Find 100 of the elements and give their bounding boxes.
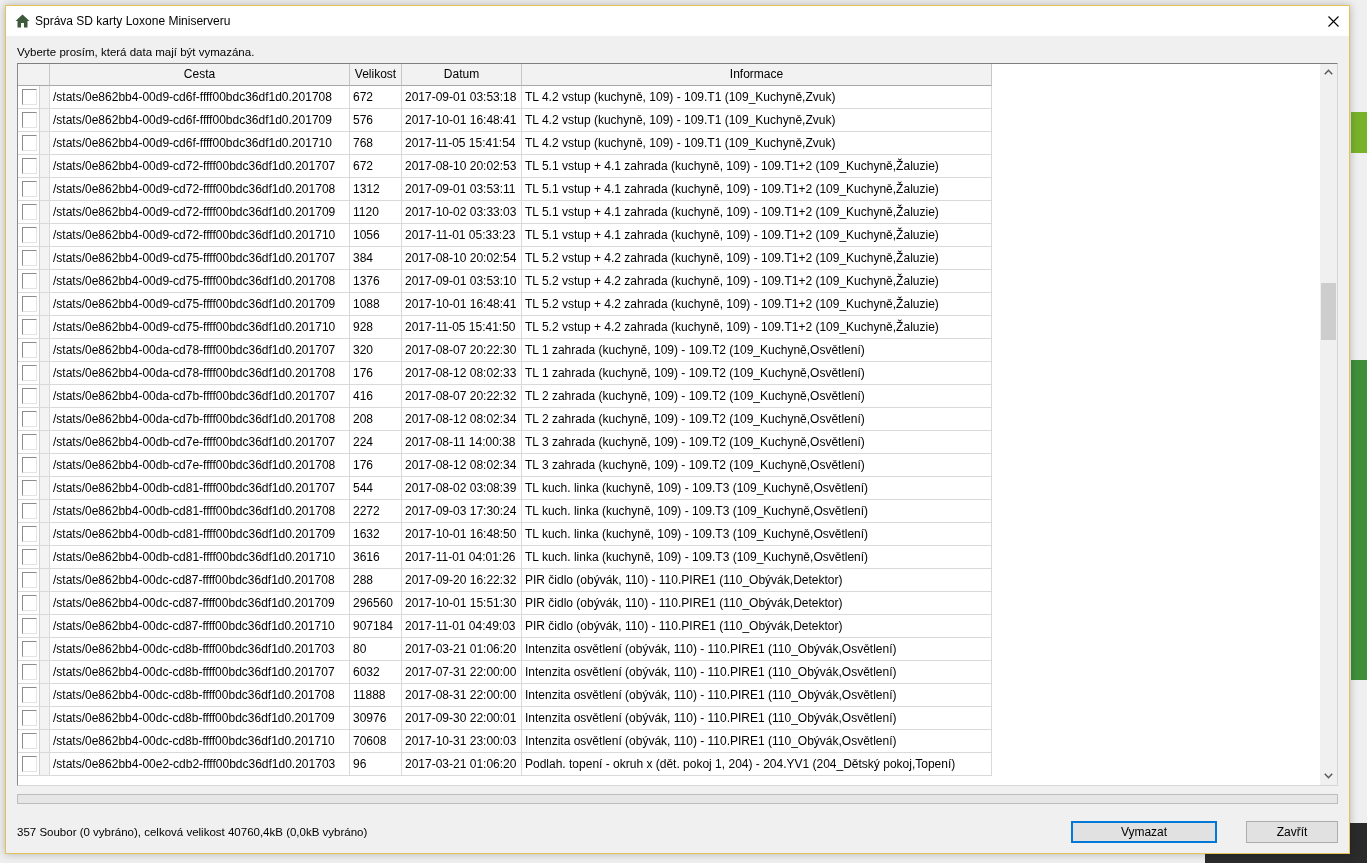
scrollbar-thumb[interactable] [1321,283,1336,340]
close-icon[interactable] [1328,15,1339,27]
table-cell: PIR čidlo (obývák, 110) - 110.PIRE1 (110_Obývák,Detektor) [522,592,992,615]
checkbox[interactable] [22,618,38,634]
house-icon [15,14,30,28]
column-header[interactable]: Cesta [50,64,350,86]
checkbox[interactable] [22,687,38,703]
checkbox[interactable] [22,204,38,220]
checkbox[interactable] [22,365,38,381]
table-cell: TL 3 zahrada (kuchyně, 109) - 109.T2 (109_Kuchyně,Osvětlení) [522,431,992,454]
table-cell: Intenzita osvětlení (obývák, 110) - 110.PIRE1 (110_Obývák,Osvětlení) [522,661,992,684]
column-header[interactable]: Velikost [350,64,402,86]
table-cell: Intenzita osvětlení (obývák, 110) - 110.PIRE1 (110_Obývák,Osvětlení) [522,684,992,707]
checkbox[interactable] [22,181,38,197]
table-cell: /stats/0e862bb4-00db-cd81-ffff00bdc36df1d0.201708 [50,500,350,523]
checkbox[interactable] [22,135,38,151]
table-cell: /stats/0e862bb4-00d9-cd75-ffff00bdc36df1d0.201707 [50,247,350,270]
checkbox[interactable] [22,733,38,749]
table-cell: 2017-10-01 16:48:41 [402,293,522,316]
window-title: Správa SD karty Loxone Miniserveru [35,14,231,28]
checkbox[interactable] [22,411,38,427]
table-cell: /stats/0e862bb4-00d9-cd72-ffff00bdc36df1d0.201709 [50,201,350,224]
checkbox[interactable] [22,595,38,611]
checkbox[interactable] [22,158,38,174]
table-cell: 2017-08-02 03:08:39 [402,477,522,500]
table-cell: 1056 [350,224,402,247]
table-cell: /stats/0e862bb4-00dc-cd8b-ffff00bdc36df1d0.201709 [50,707,350,730]
table-cell: TL 1 zahrada (kuchyně, 109) - 109.T2 (109_Kuchyně,Osvětlení) [522,362,992,385]
table-cell: 11888 [350,684,402,707]
checkbox[interactable] [22,549,38,565]
checkbox[interactable] [22,89,38,105]
table-cell: /stats/0e862bb4-00d9-cd72-ffff00bdc36df1d0.201710 [50,224,350,247]
checkbox[interactable] [22,457,38,473]
checkbox[interactable] [22,710,38,726]
table-cell: 2017-11-05 15:41:54 [402,132,522,155]
table-cell: 296560 [350,592,402,615]
table-cell: /stats/0e862bb4-00dc-cd8b-ffff00bdc36df1d0.201707 [50,661,350,684]
table-cell: /stats/0e862bb4-00dc-cd87-ffff00bdc36df1d0.201708 [50,569,350,592]
column-header[interactable]: Informace [522,64,992,86]
table-cell: /stats/0e862bb4-00dc-cd8b-ffff00bdc36df1d0.201710 [50,730,350,753]
checkbox[interactable] [22,572,38,588]
table-cell: Intenzita osvětlení (obývák, 110) - 110.PIRE1 (110_Obývák,Osvětlení) [522,730,992,753]
table-cell: 2017-09-01 03:53:11 [402,178,522,201]
checkbox[interactable] [22,112,38,128]
table-cell: /stats/0e862bb4-00d9-cd75-ffff00bdc36df1d0.201709 [50,293,350,316]
checkbox[interactable] [22,273,38,289]
header-corner [18,64,50,86]
checkbox[interactable] [22,526,38,542]
checkbox[interactable] [22,250,38,266]
table-cell: 544 [350,477,402,500]
table-cell: TL kuch. linka (kuchyně, 109) - 109.T3 (109_Kuchyně,Osvětlení) [522,500,992,523]
table-cell: /stats/0e862bb4-00da-cd78-ffff00bdc36df1d0.201708 [50,362,350,385]
table-cell: TL 5.1 vstup + 4.1 zahrada (kuchyně, 109) - 109.T1+2 (109_Kuchyně,Žaluzie) [522,155,992,178]
table-cell: 2017-11-01 04:49:03 [402,615,522,638]
table-cell: TL 2 zahrada (kuchyně, 109) - 109.T2 (109_Kuchyně,Osvětlení) [522,385,992,408]
table-cell: /stats/0e862bb4-00db-cd7e-ffff00bdc36df1d0.201708 [50,454,350,477]
table-cell: 1088 [350,293,402,316]
close-dialog-button[interactable]: Zavřít [1246,821,1338,843]
table-cell: TL 5.2 vstup + 4.2 zahrada (kuchyně, 109) - 109.T1+2 (109_Kuchyně,Žaluzie) [522,247,992,270]
checkbox[interactable] [22,227,38,243]
checkbox[interactable] [22,319,38,335]
table-cell: /stats/0e862bb4-00dc-cd87-ffff00bdc36df1d0.201709 [50,592,350,615]
checkbox[interactable] [22,480,38,496]
checkbox[interactable] [22,296,38,312]
delete-button[interactable]: Vymazat [1071,821,1217,843]
table-cell: TL 5.1 vstup + 4.1 zahrada (kuchyně, 109) - 109.T1+2 (109_Kuchyně,Žaluzie) [522,224,992,247]
table-cell: 2017-08-11 14:00:38 [402,431,522,454]
checkbox[interactable] [22,641,38,657]
table-cell: TL 5.2 vstup + 4.2 zahrada (kuchyně, 109) - 109.T1+2 (109_Kuchyně,Žaluzie) [522,270,992,293]
instruction-text: Vyberte prosím, která data mají být vymazána. [17,45,255,60]
table-cell: 96 [350,753,402,776]
table-cell: TL 5.2 vstup + 4.2 zahrada (kuchyně, 109) - 109.T1+2 (109_Kuchyně,Žaluzie) [522,316,992,339]
table-cell: 768 [350,132,402,155]
table-cell: /stats/0e862bb4-00d9-cd6f-ffff00bdc36df1d0.201708 [50,86,350,109]
table-cell: /stats/0e862bb4-00dc-cd8b-ffff00bdc36df1d0.201708 [50,684,350,707]
checkbox[interactable] [22,342,38,358]
chevron-down-icon[interactable] [1324,773,1333,779]
table-cell: Intenzita osvětlení (obývák, 110) - 110.PIRE1 (110_Obývák,Osvětlení) [522,638,992,661]
table-cell: 2017-07-31 22:00:00 [402,661,522,684]
table-cell: 70608 [350,730,402,753]
column-header[interactable]: Datum [402,64,522,86]
table-cell: /stats/0e862bb4-00dc-cd87-ffff00bdc36df1d0.201710 [50,615,350,638]
table-cell: 2017-08-07 20:22:32 [402,385,522,408]
table-cell: TL 4.2 vstup (kuchyně, 109) - 109.T1 (109_Kuchyně,Zvuk) [522,86,992,109]
table-cell: TL 5.1 vstup + 4.1 zahrada (kuchyně, 109) - 109.T1+2 (109_Kuchyně,Žaluzie) [522,201,992,224]
table-cell: 2017-10-02 03:33:03 [402,201,522,224]
table-cell: 2017-08-10 20:02:54 [402,247,522,270]
table-cell: 80 [350,638,402,661]
table-cell: 2017-09-01 03:53:18 [402,86,522,109]
table-cell: Podlah. topení - okruh x (dět. pokoj 1, 204) - 204.YV1 (204_Dětský pokoj,Topení) [522,753,992,776]
table-cell: 416 [350,385,402,408]
checkbox[interactable] [22,664,38,680]
checkbox[interactable] [22,503,38,519]
checkbox[interactable] [22,388,38,404]
table-cell: TL 2 zahrada (kuchyně, 109) - 109.T2 (109_Kuchyně,Osvětlení) [522,408,992,431]
checkbox[interactable] [22,756,38,772]
table-cell: 2017-08-12 08:02:34 [402,454,522,477]
chevron-up-icon[interactable] [1324,69,1333,75]
table-cell: /stats/0e862bb4-00db-cd81-ffff00bdc36df1d0.201709 [50,523,350,546]
checkbox[interactable] [22,434,38,450]
